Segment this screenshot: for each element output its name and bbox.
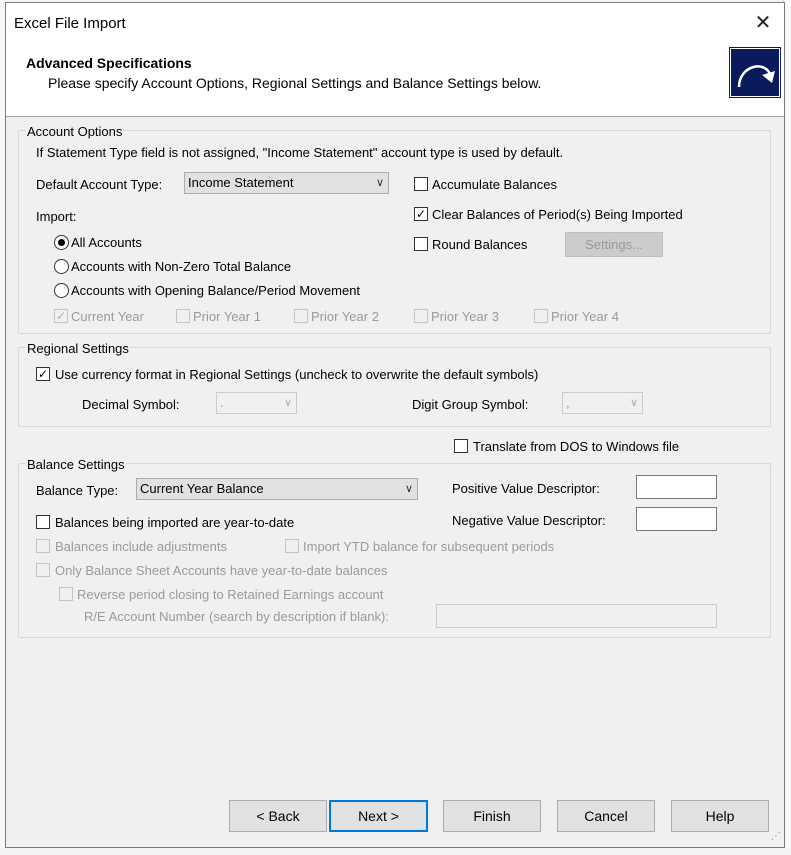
- decimal-symbol-value: .: [220, 395, 224, 410]
- re-account-label: R/E Account Number (search by descriptio…: [84, 609, 389, 624]
- check-icon: ✓: [55, 309, 67, 323]
- digit-group-symbol-value: ,: [566, 395, 570, 410]
- translate-dos-checkbox[interactable]: [454, 439, 468, 453]
- title-bar: Excel File Import ✕: [6, 3, 784, 43]
- only-balance-sheet-label: Only Balance Sheet Accounts have year-to…: [55, 563, 388, 578]
- balance-type-select[interactable]: Current Year Balance ∨: [136, 478, 418, 500]
- account-options-label: Account Options: [26, 124, 124, 139]
- settings-button[interactable]: Settings...: [565, 232, 663, 257]
- digit-group-symbol-select[interactable]: , ∨: [562, 392, 643, 414]
- import-ytd-subsequent-label: Import YTD balance for subsequent period…: [303, 539, 555, 554]
- radio-all-accounts-label[interactable]: All Accounts: [71, 235, 142, 250]
- import-label: Import:: [36, 209, 77, 224]
- check-icon: ✓: [415, 207, 427, 221]
- chevron-down-icon: ∨: [375, 177, 384, 189]
- reverse-closing-checkbox[interactable]: [59, 587, 73, 601]
- prior-year-1-checkbox[interactable]: [176, 309, 190, 323]
- radio-opening-balance-label[interactable]: Accounts with Opening Balance/Period Mov…: [71, 283, 360, 298]
- help-button[interactable]: Help: [671, 800, 769, 832]
- radio-selected-dot: [58, 239, 65, 246]
- default-account-type-value: Income Statement: [188, 175, 294, 190]
- balance-settings-label: Balance Settings: [26, 457, 126, 472]
- excel-import-dialog: Excel File Import ✕ Advanced Specificati…: [5, 2, 785, 848]
- prior-year-4-checkbox[interactable]: [534, 309, 548, 323]
- close-icon: ✕: [754, 12, 772, 34]
- check-icon: ✓: [37, 367, 49, 381]
- negative-descriptor-label: Negative Value Descriptor:: [452, 513, 606, 528]
- round-balances-label[interactable]: Round Balances: [432, 237, 527, 252]
- prior-year-4-label: Prior Year 4: [551, 309, 619, 324]
- default-account-type-label: Default Account Type:: [36, 177, 163, 192]
- reverse-closing-label: Reverse period closing to Retained Earni…: [77, 587, 384, 602]
- next-button[interactable]: Next >: [329, 800, 428, 832]
- prior-year-3-label: Prior Year 3: [431, 309, 499, 324]
- use-currency-format-label[interactable]: Use currency format in Regional Settings…: [55, 367, 538, 382]
- decimal-symbol-label: Decimal Symbol:: [82, 397, 180, 412]
- balance-type-value: Current Year Balance: [140, 481, 264, 496]
- clear-balances-label[interactable]: Clear Balances of Period(s) Being Import…: [432, 207, 683, 222]
- positive-descriptor-input[interactable]: [636, 475, 717, 499]
- ytd-checkbox[interactable]: [36, 515, 50, 529]
- clear-balances-checkbox[interactable]: ✓: [414, 207, 428, 221]
- back-button[interactable]: < Back: [229, 800, 327, 832]
- include-adjustments-label: Balances include adjustments: [55, 539, 227, 554]
- default-account-type-select[interactable]: Income Statement ∨: [184, 172, 389, 194]
- digit-group-symbol-label: Digit Group Symbol:: [412, 397, 529, 412]
- decimal-symbol-select[interactable]: . ∨: [216, 392, 297, 414]
- prior-year-2-checkbox[interactable]: [294, 309, 308, 323]
- negative-descriptor-input[interactable]: [636, 507, 717, 531]
- chevron-down-icon: ∨: [404, 483, 413, 495]
- chevron-down-icon: ∨: [629, 397, 638, 409]
- regional-settings-label: Regional Settings: [26, 341, 130, 356]
- radio-all-accounts[interactable]: [54, 235, 69, 250]
- wizard-header: Advanced Specifications Please specify A…: [6, 43, 784, 117]
- only-balance-sheet-checkbox[interactable]: [36, 563, 50, 577]
- balance-type-label: Balance Type:: [36, 483, 119, 498]
- import-ytd-subsequent-checkbox[interactable]: [285, 539, 299, 553]
- accumulate-balances-checkbox[interactable]: [414, 177, 428, 191]
- cancel-button[interactable]: Cancel: [557, 800, 655, 832]
- use-currency-format-checkbox[interactable]: ✓: [36, 367, 50, 381]
- re-account-input[interactable]: [436, 604, 717, 628]
- page-title: Advanced Specifications: [26, 55, 192, 71]
- include-adjustments-checkbox[interactable]: [36, 539, 50, 553]
- finish-button[interactable]: Finish: [443, 800, 541, 832]
- account-type-info: If Statement Type field is not assigned,…: [36, 145, 564, 160]
- round-balances-checkbox[interactable]: [414, 237, 428, 251]
- radio-non-zero-total-label[interactable]: Accounts with Non-Zero Total Balance: [71, 259, 291, 274]
- radio-opening-balance[interactable]: [54, 283, 69, 298]
- ytd-label[interactable]: Balances being imported are year-to-date: [55, 515, 294, 530]
- window-title: Excel File Import: [14, 15, 126, 32]
- chevron-down-icon: ∨: [283, 397, 292, 409]
- background-app-bottom: [0, 848, 791, 855]
- regional-settings-group: [18, 347, 771, 427]
- prior-year-1-label: Prior Year 1: [193, 309, 261, 324]
- page-subtitle: Please specify Account Options, Regional…: [48, 75, 542, 91]
- prior-year-2-label: Prior Year 2: [311, 309, 379, 324]
- resize-grip-icon[interactable]: ⋰: [771, 832, 783, 844]
- close-button[interactable]: ✕: [746, 7, 780, 39]
- positive-descriptor-label: Positive Value Descriptor:: [452, 481, 600, 496]
- current-year-label: Current Year: [71, 309, 144, 324]
- current-year-checkbox[interactable]: ✓: [54, 309, 68, 323]
- translate-dos-label[interactable]: Translate from DOS to Windows file: [473, 439, 679, 454]
- radio-non-zero-total[interactable]: [54, 259, 69, 274]
- prior-year-3-checkbox[interactable]: [414, 309, 428, 323]
- accumulate-balances-label[interactable]: Accumulate Balances: [432, 177, 557, 192]
- wizard-logo-icon: [729, 47, 781, 98]
